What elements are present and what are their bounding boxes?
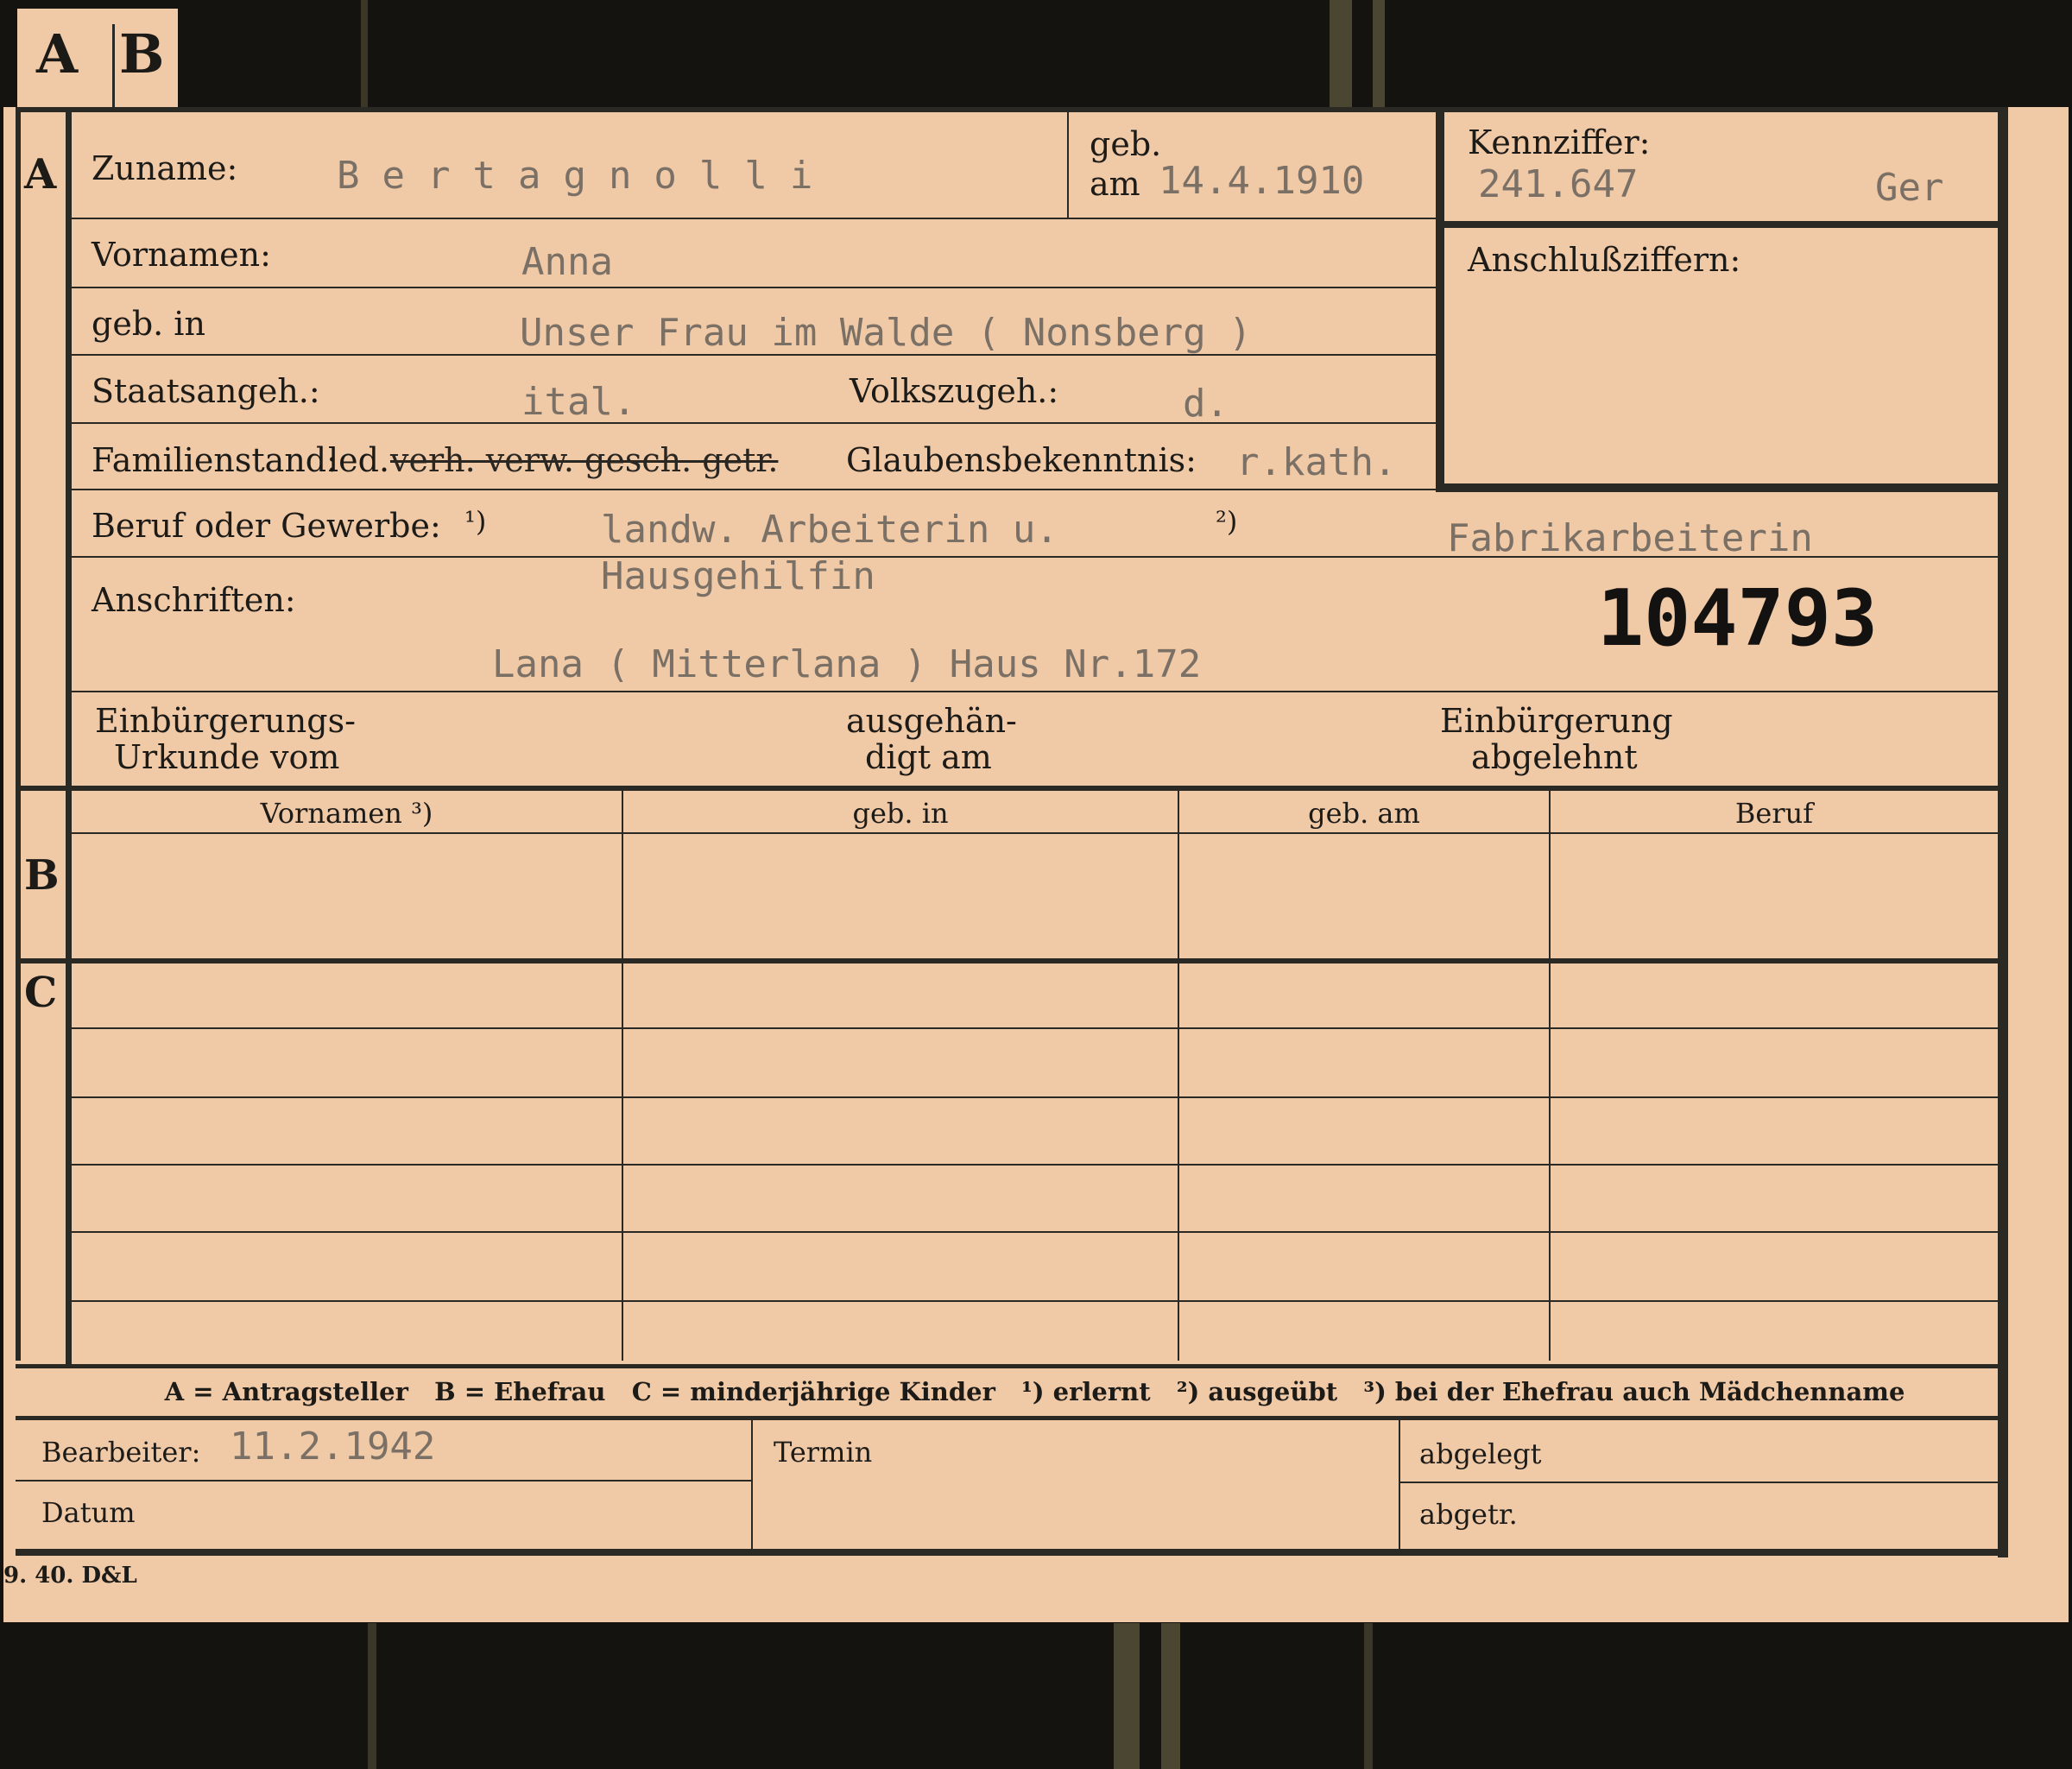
- tab-letter-a: A: [36, 22, 79, 85]
- glaubensbekenntnis-label: Glaubensbekenntnis:: [846, 441, 1197, 479]
- kennziffer-box-divider: [1444, 221, 1998, 228]
- background-streak: [1114, 1623, 1140, 1769]
- einbuergerung-abgelehnt-label-1: Einbürgerung: [1440, 702, 1673, 740]
- kennziffer-label: Kennziffer:: [1468, 123, 1651, 161]
- datum-label: Datum: [41, 1496, 136, 1529]
- geb-am-label: am: [1090, 165, 1140, 203]
- abgetr-label: abgetr.: [1419, 1498, 1518, 1531]
- geb-am-value: 14.4.1910: [1159, 159, 1365, 203]
- frame-top: [16, 107, 2006, 112]
- anschriften-value: Lana ( Mitterlana ) Haus Nr.172: [492, 642, 1202, 686]
- row-line: [72, 1096, 1998, 1098]
- background-streak: [1161, 1623, 1180, 1769]
- bearbeiter-value: 11.2.1942: [230, 1425, 436, 1469]
- column-line: [622, 791, 623, 1361]
- row-line: [16, 1480, 751, 1482]
- familienstand-kept: led.: [328, 441, 390, 479]
- volkszugeh-label: Volkszugeh.:: [850, 372, 1059, 410]
- geb-in-label: geb. in: [92, 305, 205, 343]
- kennziffer-box-bottom: [1444, 483, 1998, 492]
- kennziffer-box-left: [1436, 112, 1444, 492]
- zuname-label: Zuname:: [92, 149, 238, 187]
- termin-label: Termin: [774, 1436, 873, 1469]
- beruf-footnote-2: ²): [1216, 505, 1238, 538]
- row-line: [72, 1164, 1998, 1166]
- registration-card: A B C Zuname: Bertagnolli geb. am 14.4.1…: [3, 107, 2069, 1622]
- beruf-value-ausgeuebt: Fabrikarbeiterin: [1447, 516, 1813, 560]
- familienstand-label: Familienstand:: [92, 441, 338, 479]
- column-line: [1178, 791, 1179, 1361]
- legend-text: A = Antragsteller B = Ehefrau C = minder…: [164, 1377, 1905, 1406]
- section-divider-bc: [16, 958, 1998, 963]
- background-streak: [361, 0, 368, 107]
- ausgehaendigt-label-1: ausgehän-: [846, 702, 1017, 740]
- row-line: [1067, 112, 1069, 218]
- row-line: [72, 422, 1436, 424]
- glaubensbekenntnis-value: r.kath.: [1236, 440, 1397, 484]
- tab-divider: [112, 24, 115, 111]
- staatsangeh-value: ital.: [521, 380, 636, 424]
- section-marker-b: B: [24, 851, 60, 900]
- section-divider-legend: [16, 1364, 1998, 1368]
- background-streak: [1373, 0, 1385, 107]
- row-line: [72, 1300, 1998, 1302]
- einbuergerung-abgelehnt-label-2: abgelehnt: [1471, 738, 1638, 776]
- geb-in-value: Unser Frau im Walde ( Nonsberg ): [520, 311, 1252, 355]
- column-header-geb-am: geb. am: [1308, 797, 1420, 830]
- row-line: [72, 691, 1998, 692]
- column-header-beruf: Beruf: [1734, 797, 1814, 830]
- beruf-label: Beruf oder Gewerbe:: [92, 507, 441, 545]
- row-line: [72, 1027, 1998, 1029]
- row-line: [72, 218, 1436, 219]
- column-header-vornamen: Vornamen ³): [260, 797, 433, 830]
- kennziffer-value: 241.647: [1478, 162, 1639, 206]
- legend-bottom: [16, 1416, 1998, 1420]
- geb-label-top: geb.: [1090, 125, 1162, 163]
- section-marker-a: A: [24, 150, 57, 199]
- row-line: [1399, 1482, 1998, 1483]
- beruf-value-erlernt-line2: Hausgehilfin: [601, 554, 875, 598]
- background-streak: [1364, 1623, 1373, 1769]
- abgelegt-label: abgelegt: [1419, 1437, 1542, 1470]
- ausgehaendigt-label-2: digt am: [865, 738, 992, 776]
- einbuergerungs-urkunde-label-1: Einbürgerungs-: [95, 702, 356, 740]
- tab-letter-b: B: [119, 22, 165, 85]
- card-number: 104793: [1597, 573, 1879, 664]
- einbuergerungs-urkunde-label-2: Urkunde vom: [114, 738, 340, 776]
- familienstand-struck: verh. verw. gesch. getr.: [390, 441, 779, 479]
- bearbeiter-label: Bearbeiter:: [41, 1436, 201, 1469]
- section-marker-c: C: [24, 969, 58, 1017]
- column-header-geb-in: geb. in: [852, 797, 949, 830]
- beruf-footnote-1: ¹): [464, 505, 487, 538]
- column-line: [1399, 1420, 1400, 1549]
- staatsangeh-label: Staatsangeh.:: [92, 372, 320, 410]
- frame-bottom: [16, 1549, 2008, 1556]
- print-mark: 9. 40. D&L: [3, 1563, 137, 1589]
- vornamen-value: Anna: [521, 240, 613, 284]
- row-line: [72, 489, 1436, 490]
- column-line: [1549, 791, 1551, 1361]
- row-line: [72, 1231, 1998, 1233]
- row-line: [72, 832, 1998, 834]
- beruf-value-erlernt: landw. Arbeiterin u.: [601, 508, 1058, 552]
- row-line: [72, 287, 1436, 288]
- anschlussziffern-label: Anschlußziffern:: [1468, 241, 1741, 279]
- background-streak: [1330, 0, 1352, 107]
- column-line: [751, 1420, 753, 1549]
- vornamen-label: Vornamen:: [92, 236, 271, 274]
- anschriften-label: Anschriften:: [92, 581, 296, 619]
- background-streak: [368, 1623, 376, 1769]
- zuname-value: Bertagnolli: [337, 154, 836, 198]
- frame-inner-left: [66, 107, 72, 1364]
- frame-left: [16, 107, 21, 1361]
- volkszugeh-value: d.: [1183, 382, 1229, 426]
- frame-right: [1998, 107, 2008, 1557]
- index-tab: A B: [17, 9, 178, 111]
- kennziffer-suffix: Ger: [1875, 166, 1944, 210]
- section-divider-ab: [16, 786, 1998, 791]
